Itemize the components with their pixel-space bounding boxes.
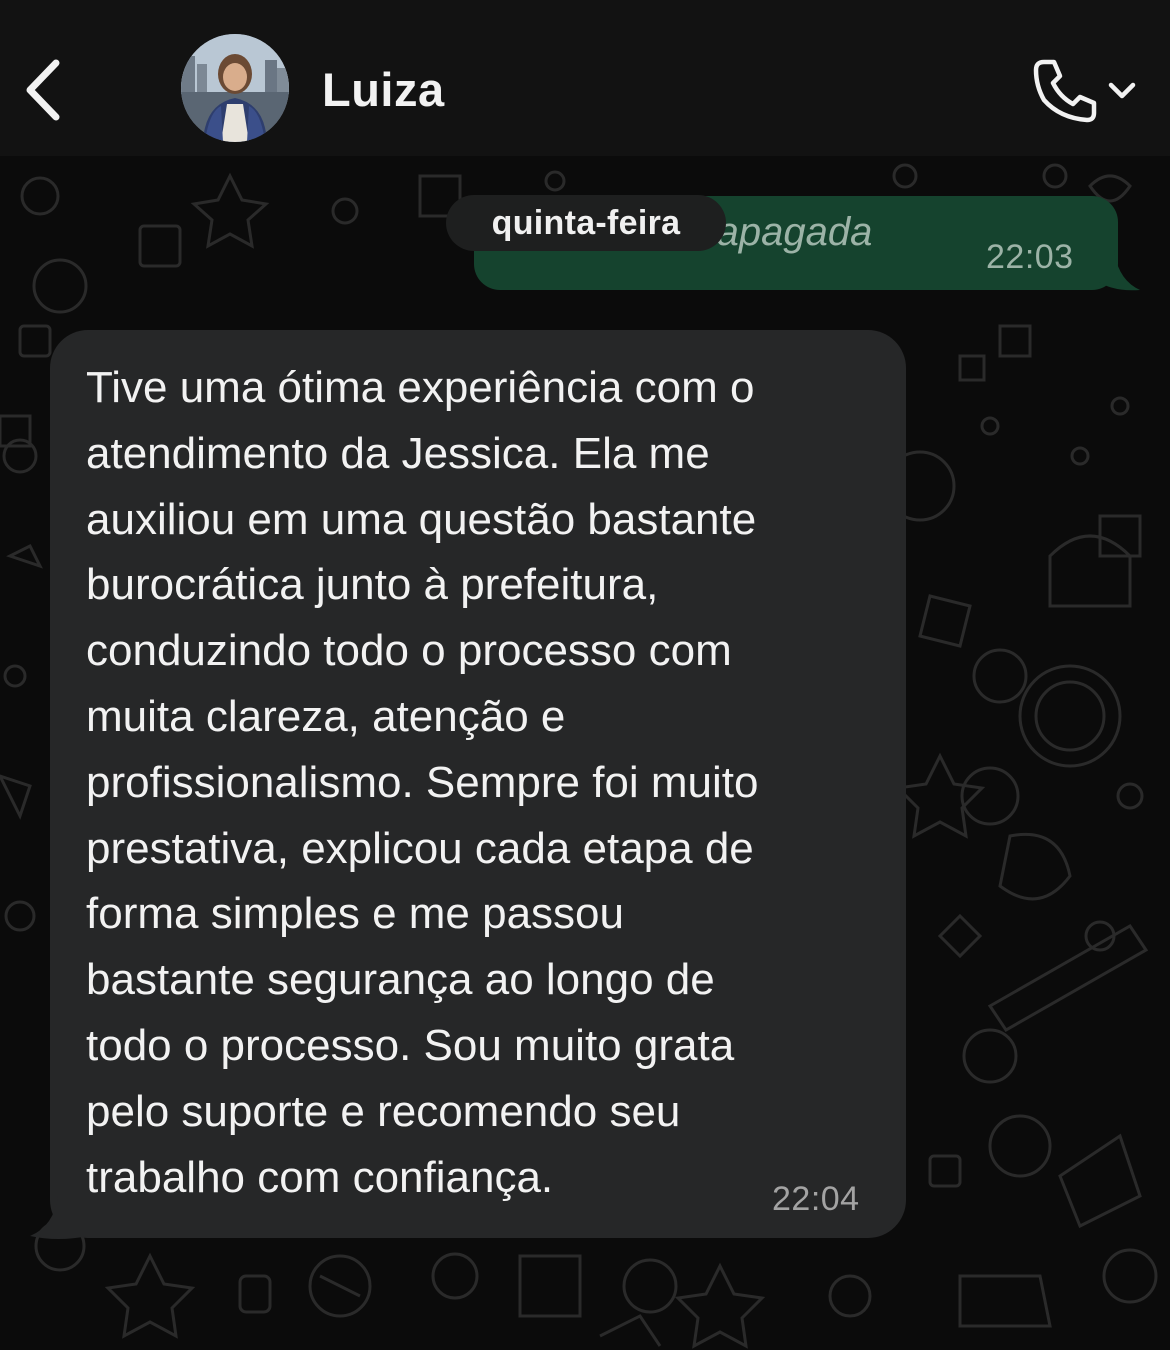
chevron-left-icon [26, 59, 60, 121]
back-button[interactable] [22, 55, 70, 125]
message-line: forma simples e me passou [86, 889, 624, 939]
message-line: trabalho com confiança. [86, 1152, 554, 1202]
call-button[interactable] [1030, 56, 1100, 126]
phone-icon [1033, 59, 1097, 123]
message-line: pelo suporte e recomendo seu [86, 1086, 681, 1136]
message-line: bastante segurança ao longo de [86, 955, 715, 1005]
message-line: auxiliou em uma questão bastante [86, 494, 757, 544]
message-line: prestativa, explicou cada etapa de [86, 823, 754, 873]
chevron-down-icon [1108, 82, 1136, 99]
chat-header: Luiza [0, 0, 1170, 156]
incoming-message-time: 22:04 [772, 1180, 860, 1218]
message-line: Tive uma ótima experiência com o [86, 363, 755, 412]
incoming-message-text: Tive uma ótima experiência com o atendim… [86, 355, 886, 1210]
call-options-button[interactable] [1106, 76, 1138, 104]
message-line: conduzindo todo o processo com [86, 626, 732, 676]
message-line: burocrática junto à prefeitura, [86, 560, 659, 610]
outgoing-bubble-tail [1096, 250, 1140, 291]
contact-avatar[interactable] [181, 34, 289, 142]
message-line: profissionalismo. Sempre foi muito [86, 757, 759, 807]
date-separator: quinta-feira [446, 195, 726, 251]
outgoing-message-time: 22:03 [986, 238, 1074, 276]
contact-name[interactable]: Luiza [322, 62, 445, 117]
incoming-bubble-tail [30, 1196, 88, 1239]
message-line: atendimento da Jessica. Ela me [86, 428, 710, 478]
message-line: muita clareza, atenção e [86, 691, 566, 741]
avatar-photo [181, 34, 289, 142]
message-line: todo o processo. Sou muito grata [86, 1020, 735, 1070]
date-separator-label: quinta-feira [491, 203, 681, 242]
